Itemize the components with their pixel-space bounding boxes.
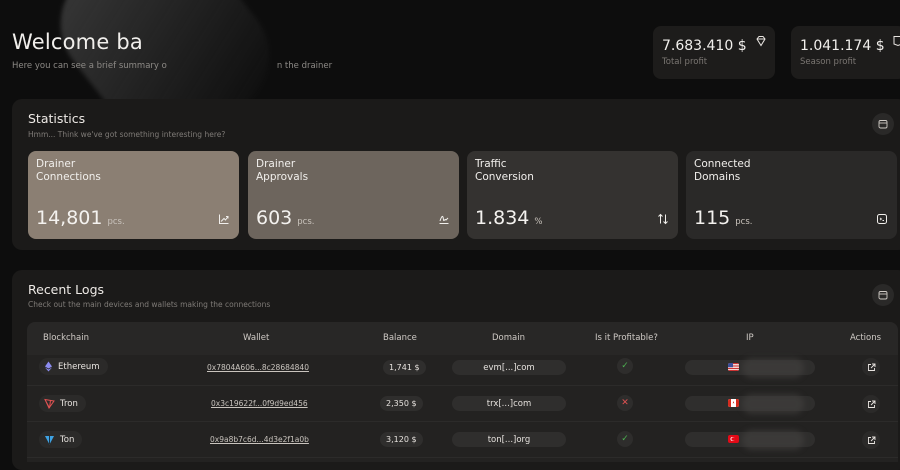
ip-redacted xyxy=(742,358,804,378)
stat-card-approvals[interactable]: Drainer Approvals 603 pcs. xyxy=(248,151,459,239)
season-profit-value: 1.041.174 $ xyxy=(800,38,885,54)
badge-icon xyxy=(893,36,900,47)
blockchain-badge: Tron xyxy=(39,395,86,412)
profitable-check-icon: ✓ xyxy=(617,358,633,374)
stat-card-title: Drainer Approvals xyxy=(256,158,309,183)
external-link-icon xyxy=(867,436,875,444)
row-divider xyxy=(27,421,898,422)
blockchain-name: Tron xyxy=(60,398,78,409)
blockchain-badge: Ton xyxy=(39,431,83,448)
stat-card-title: Connected Domains xyxy=(694,158,751,183)
tr-flag-icon xyxy=(728,435,739,443)
calendar-icon xyxy=(878,120,888,129)
open-log-button[interactable] xyxy=(862,431,880,449)
diamond-icon xyxy=(756,36,766,47)
blockchain-name: Ton xyxy=(60,434,75,445)
column-header-balance: Balance xyxy=(383,333,417,343)
domain-badge: trx[...]com xyxy=(452,396,566,411)
column-header-wallet: Wallet xyxy=(243,333,270,343)
blockchain-badge: Ethereum xyxy=(39,358,108,375)
stat-value-unit: pcs. xyxy=(735,217,753,227)
logs-calendar-button[interactable] xyxy=(872,284,894,306)
stat-card-domains[interactable]: Connected Domains 115 pcs. xyxy=(686,151,897,239)
season-profit-label: Season profit xyxy=(800,57,857,67)
browser-icon xyxy=(877,214,887,224)
stat-value-unit: pcs. xyxy=(297,217,315,227)
statistics-title: Statistics xyxy=(28,111,86,126)
stat-card-value: 14,801 pcs. xyxy=(36,207,125,229)
sort-arrows-icon xyxy=(658,213,668,225)
page-subtitle: Here you can see a brief summary o n the … xyxy=(12,61,332,71)
total-profit-label: Total profit xyxy=(662,57,708,67)
column-header-actions: Actions xyxy=(850,333,882,343)
recent-logs-subtitle: Check out the main devices and wallets m… xyxy=(28,300,271,309)
ip-redacted xyxy=(742,394,804,414)
balance-badge: 2,350 $ xyxy=(380,396,423,411)
tron-icon xyxy=(44,398,55,409)
ip-badge xyxy=(685,358,815,378)
stat-value-number: 603 xyxy=(256,207,293,229)
stat-card-conversion[interactable]: Traffic Conversion 1.834% xyxy=(467,151,678,239)
stat-value-number: 1.834 xyxy=(475,207,530,229)
us-flag-icon xyxy=(728,363,739,371)
column-header-ip: IP xyxy=(746,333,754,343)
stat-card-value: 115 pcs. xyxy=(694,207,752,229)
ip-badge xyxy=(685,430,815,450)
profitable-check-icon: ✓ xyxy=(617,431,633,447)
wallet-link[interactable]: 0x7804A606...8c28684840 xyxy=(207,363,309,372)
statistics-subtitle: Hmm... Think we've got something interes… xyxy=(28,130,226,139)
stat-card-connections[interactable]: Drainer Connections 14,801 pcs. xyxy=(28,151,239,239)
column-header-domain: Domain xyxy=(492,333,525,343)
domain-badge: evm[...]com xyxy=(452,360,566,375)
stat-card-value: 603 pcs. xyxy=(256,207,314,229)
row-divider xyxy=(27,385,898,386)
season-profit-card: 1.041.174 $ Season profit xyxy=(791,26,900,79)
ca-flag-icon xyxy=(728,399,739,407)
domain-badge: ton[...]org xyxy=(452,432,566,447)
external-link-icon xyxy=(867,363,875,371)
not-profitable-x-icon: ✕ xyxy=(617,395,633,411)
page-title: Welcome ba xyxy=(12,30,143,54)
ip-badge xyxy=(685,394,815,414)
signature-icon xyxy=(439,215,449,224)
logs-table-header xyxy=(27,322,898,355)
stat-value-number: 115 xyxy=(694,207,731,229)
recent-logs-title: Recent Logs xyxy=(28,282,105,297)
external-link-icon xyxy=(867,400,875,408)
statistics-calendar-button[interactable] xyxy=(872,113,894,135)
stat-card-title: Drainer Connections xyxy=(36,158,101,183)
stat-card-title: Traffic Conversion xyxy=(475,158,534,183)
stat-value-number: 14,801 xyxy=(36,207,103,229)
open-log-button[interactable] xyxy=(862,358,880,376)
stat-card-value: 1.834% xyxy=(475,207,542,229)
page-subtitle-start: Here you can see a brief summary o xyxy=(12,61,167,71)
column-header-profitable: Is it Profitable? xyxy=(595,333,658,343)
open-log-button[interactable] xyxy=(862,395,880,413)
ethereum-icon xyxy=(45,361,52,372)
total-profit-card: 7.683.410 $ Total profit xyxy=(653,26,775,79)
page-subtitle-end: n the drainer xyxy=(276,61,333,71)
balance-badge: 1,741 $ xyxy=(383,360,426,375)
calendar-icon xyxy=(878,291,888,300)
balance-badge: 3,120 $ xyxy=(380,432,423,447)
stat-value-unit: pcs. xyxy=(107,217,125,227)
stat-value-unit: % xyxy=(534,217,543,227)
wallet-link[interactable]: 0x3c19622f...0f9d9ed456 xyxy=(211,399,308,408)
ip-redacted xyxy=(742,430,804,450)
wallet-link[interactable]: 0x9a8b7c6d...4d3e2f1a0b xyxy=(210,435,309,444)
chart-up-icon xyxy=(219,214,229,224)
ton-icon xyxy=(45,435,54,444)
blockchain-name: Ethereum xyxy=(58,361,100,372)
total-profit-value: 7.683.410 $ xyxy=(662,38,747,54)
column-header-blockchain: Blockchain xyxy=(43,333,90,343)
row-divider xyxy=(27,457,898,458)
